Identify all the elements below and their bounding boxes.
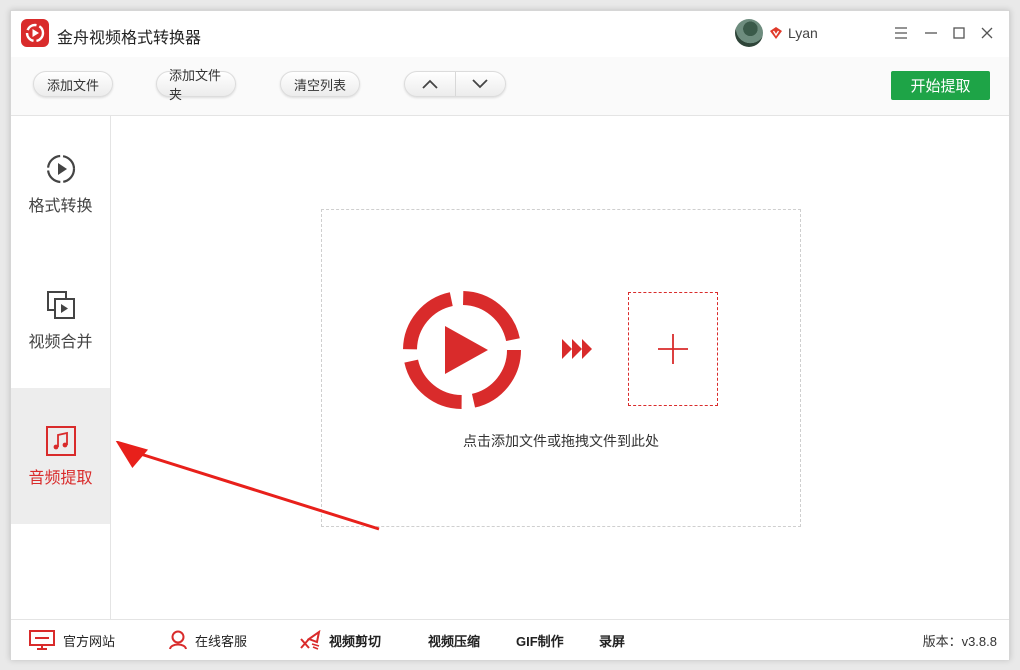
sidebar-item-label: 音频提取 — [28, 470, 93, 487]
gif-maker-link[interactable]: GIF制作 — [516, 620, 564, 660]
monitor-icon — [29, 630, 55, 650]
drop-hint-text: 点击添加文件或拖拽文件到此处 — [463, 433, 659, 449]
triple-arrow-icon — [562, 339, 592, 359]
video-merge-icon — [46, 291, 75, 319]
maximize-button[interactable] — [947, 21, 971, 45]
video-compress-link[interactable]: 视频压缩 — [428, 620, 480, 660]
move-down-button[interactable] — [454, 72, 506, 96]
sidebar-item-label: 视频合并 — [28, 334, 93, 351]
plus-icon — [658, 334, 688, 364]
app-logo-icon — [21, 19, 49, 47]
version-text: 版本：v3.8.8 — [922, 633, 997, 649]
minimize-button[interactable] — [919, 21, 943, 45]
online-service-link[interactable]: 在线客服 — [169, 620, 247, 660]
screen-record-link[interactable]: 录屏 — [599, 620, 625, 660]
username[interactable]: Lyan — [788, 25, 818, 41]
app-title: 金舟视频格式转换器 — [57, 30, 202, 47]
footer-link-label: 在线客服 — [195, 633, 248, 649]
official-site-link[interactable]: 官方网站 — [29, 620, 115, 660]
file-drop-zone[interactable]: 点击添加文件或拖拽文件到此处 — [321, 209, 801, 527]
video-cut-link[interactable]: 视频剪切 — [299, 620, 381, 660]
vip-badge-icon — [770, 27, 782, 39]
sidebar-item-label: 格式转换 — [28, 198, 93, 215]
sidebar-item-video-merge[interactable]: 视频合并 — [11, 252, 110, 388]
menu-icon[interactable] — [889, 21, 913, 45]
add-file-button[interactable]: 添加文件 — [33, 71, 113, 97]
close-button[interactable] — [975, 21, 999, 45]
move-buttons — [404, 71, 506, 97]
scissors-icon — [300, 630, 321, 650]
sidebar: 格式转换 视频合并 音频提取 — [11, 116, 111, 619]
add-file-box[interactable] — [628, 292, 718, 406]
title-bar: 金舟视频格式转换器 Lyan — [11, 11, 1009, 58]
start-extract-button[interactable]: 开始提取 — [891, 71, 990, 100]
clear-list-button[interactable]: 清空列表 — [280, 71, 360, 97]
user-avatar[interactable] — [735, 19, 763, 47]
footer-link-label: 视频剪切 — [329, 633, 382, 649]
add-folder-button[interactable]: 添加文件夹 — [156, 68, 236, 102]
video-converter-logo-icon — [403, 291, 521, 409]
app-window: 金舟视频格式转换器 Lyan 添加文件 添加文件夹 清空列表 开始提取 格式转换… — [10, 10, 1010, 660]
sidebar-item-format-convert[interactable]: 格式转换 — [11, 116, 110, 252]
chevron-down-icon — [472, 79, 488, 89]
move-up-button[interactable] — [405, 72, 455, 96]
music-note-icon — [45, 426, 76, 456]
footer-link-label: 官方网站 — [63, 633, 116, 649]
play-circle-icon — [46, 154, 75, 184]
user-service-icon — [169, 630, 187, 650]
toolbar: 添加文件 添加文件夹 清空列表 开始提取 — [11, 57, 1009, 116]
sidebar-item-audio-extract[interactable]: 音频提取 — [11, 388, 110, 524]
chevron-up-icon — [422, 79, 438, 89]
footer-bar: 官方网站 在线客服 视频剪切 视频压缩 GIF制作 录屏 版本：v3.8.8 — [11, 619, 1009, 660]
